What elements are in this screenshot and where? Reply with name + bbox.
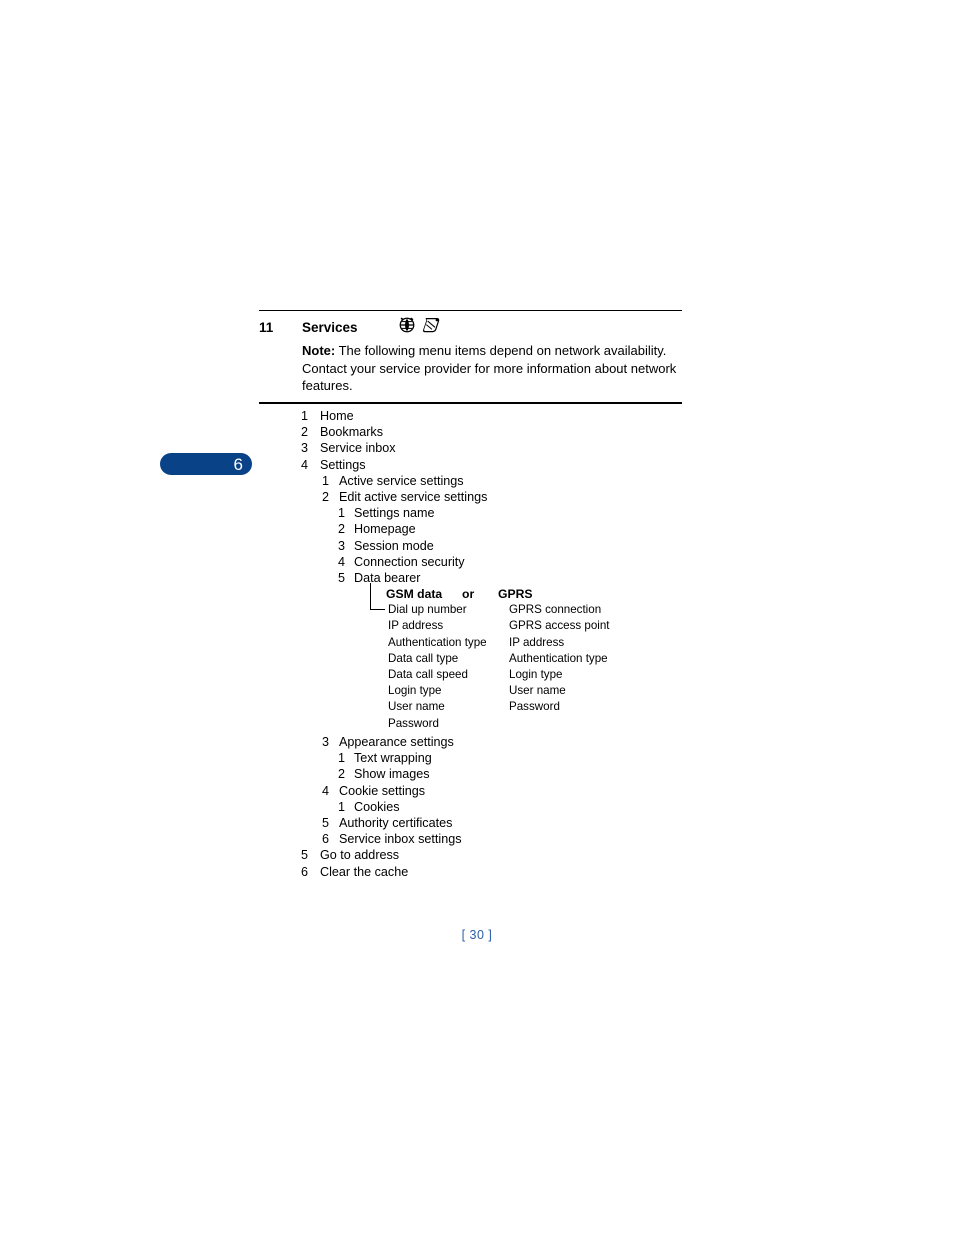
menu-item-marker: 1 xyxy=(338,751,346,766)
bracket-connector xyxy=(370,583,385,611)
chapter-tab: 6 xyxy=(160,453,252,475)
bearer-item: Authentication type xyxy=(388,635,487,649)
bearer-item: Dial up number xyxy=(388,603,467,617)
globe-icon xyxy=(398,316,420,339)
menu-item-row: 5 Go to address xyxy=(259,848,689,864)
menu-item-marker: 6 xyxy=(322,832,330,847)
menu-item-row: 4 Cookie settings xyxy=(259,784,689,800)
menu-item-marker: 4 xyxy=(301,457,309,472)
bearer-item: User name xyxy=(388,700,445,714)
wap-service-icon xyxy=(421,316,443,339)
menu-item-label: Cookies xyxy=(354,799,400,814)
menu-item-row: 1 Text wrapping xyxy=(259,751,689,767)
menu-item-label: Service inbox settings xyxy=(339,832,462,847)
chapter-heading: 11 Services xyxy=(259,317,682,340)
page-title: Services xyxy=(302,320,358,335)
data-bearer-table: GSM data or GPRS Dial up number IP addres… xyxy=(259,583,689,735)
menu-item-row: 2 Edit active service settings xyxy=(259,490,689,506)
menu-item-label: Home xyxy=(320,409,354,423)
note-label: Note: xyxy=(302,343,336,358)
menu-item-label: Active service settings xyxy=(339,473,464,488)
menu-item-label: Connection security xyxy=(354,554,465,569)
bearer-item: Login type xyxy=(509,668,563,682)
bearer-item: GPRS access point xyxy=(509,619,610,633)
menu-item-row: 2 Show images xyxy=(259,767,689,783)
bearer-item: Data call type xyxy=(388,651,459,665)
menu-item-marker: 3 xyxy=(338,538,346,553)
menu-outline-tail: 3 Appearance settings 1 Text wrapping 2 Show … xyxy=(259,735,689,881)
menu-item-row: 3 Service inbox xyxy=(259,441,689,457)
header-rule-bottom xyxy=(259,401,682,404)
menu-item-marker: 5 xyxy=(301,848,309,863)
menu-item-label: Bookmarks xyxy=(320,425,383,440)
menu-item-label: Cookie settings xyxy=(339,783,426,798)
chapter-number: 11 xyxy=(259,320,274,335)
bearer-item: GPRS connection xyxy=(509,603,602,617)
menu-item-label: Authority certificates xyxy=(339,816,453,830)
bearer-item: IP address xyxy=(388,619,444,633)
menu-item-label: Appearance settings xyxy=(339,735,454,750)
menu-outline-head: 1 Home 2 Bookmarks 3 Service inbox 4 Settings 1 A… xyxy=(259,409,689,587)
menu-item-marker: 5 xyxy=(338,570,346,585)
menu-item-label: Data bearer xyxy=(354,570,421,585)
menu-item-label: Edit active service settings xyxy=(339,489,488,504)
page-number: [ 30 ] xyxy=(461,928,493,942)
menu-item-marker: 4 xyxy=(322,783,330,798)
menu-item-row: 1 Cookies xyxy=(259,800,689,816)
menu-item-marker: 2 xyxy=(338,767,346,782)
menu-item-row: 4 Settings xyxy=(259,458,689,474)
menu-item-label: Settings xyxy=(320,457,366,472)
gprs-column-header: GPRS xyxy=(498,587,533,602)
menu-item-marker: 3 xyxy=(301,441,309,456)
menu-item-marker: 3 xyxy=(322,735,330,750)
gsm-column-header: GSM data xyxy=(386,587,443,602)
menu-item-label: Session mode xyxy=(354,538,434,553)
menu-item-row: 1 Active service settings xyxy=(259,474,689,490)
menu-item-row: 3 Appearance settings xyxy=(259,735,689,751)
menu-item-row: 2 Homepage xyxy=(259,522,689,538)
chapter-tab-number: 6 xyxy=(233,454,243,474)
menu-item-row: 1 Home xyxy=(259,409,689,425)
menu-item-marker: 1 xyxy=(338,799,346,814)
menu-item-label: Text wrapping xyxy=(354,751,432,766)
menu-item-row: 5 Data bearer xyxy=(259,571,689,587)
menu-item-label: Clear the cache xyxy=(320,864,409,879)
menu-item-marker: 2 xyxy=(322,489,330,504)
bearer-item: Login type xyxy=(388,684,442,698)
menu-item-marker: 2 xyxy=(301,425,309,440)
menu-item-row: 6 Service inbox settings xyxy=(259,832,689,848)
menu-item-row: 4 Connection security xyxy=(259,555,689,571)
menu-item-row: 5 Authority certificates xyxy=(259,816,689,832)
menu-item-marker: 6 xyxy=(301,864,309,879)
menu-outline: 1 Home 2 Bookmarks 3 Service inbox 4 Settings 1 A… xyxy=(259,409,689,881)
or-separator: or xyxy=(462,587,475,602)
bearer-item: Data call speed xyxy=(388,668,468,682)
menu-item-marker: 5 xyxy=(322,816,330,830)
menu-item-marker: 1 xyxy=(338,506,346,521)
note-text: The following menu items depend on netwo… xyxy=(302,343,677,393)
bearer-item: Password xyxy=(388,716,439,730)
menu-item-marker: 2 xyxy=(338,522,346,537)
menu-item-row: 1 Settings name xyxy=(259,506,689,522)
menu-item-label: Go to address xyxy=(320,848,400,863)
chapter-header-block: 11 Services Note: The following menu ite… xyxy=(259,310,682,404)
menu-item-row: 3 Session mode xyxy=(259,539,689,555)
menu-item-row: 6 Clear the cache xyxy=(259,865,689,881)
menu-item-marker: 1 xyxy=(301,409,309,423)
menu-item-label: Homepage xyxy=(354,522,416,537)
menu-item-label: Show images xyxy=(354,767,430,782)
menu-item-label: Settings name xyxy=(354,506,435,521)
bearer-item: User name xyxy=(509,684,566,698)
note-text-block: Note: The following menu items depend on… xyxy=(302,342,682,395)
header-inner: 11 Services Note: The following menu ite… xyxy=(259,311,682,402)
header-icon-group xyxy=(398,316,443,339)
bearer-item: IP address xyxy=(509,635,565,649)
menu-item-label: Service inbox xyxy=(320,441,396,456)
menu-item-row: 2 Bookmarks xyxy=(259,425,689,441)
bearer-item: Authentication type xyxy=(509,651,608,665)
bearer-item: Password xyxy=(509,700,560,714)
menu-item-marker: 4 xyxy=(338,554,346,569)
menu-item-marker: 1 xyxy=(322,473,330,488)
